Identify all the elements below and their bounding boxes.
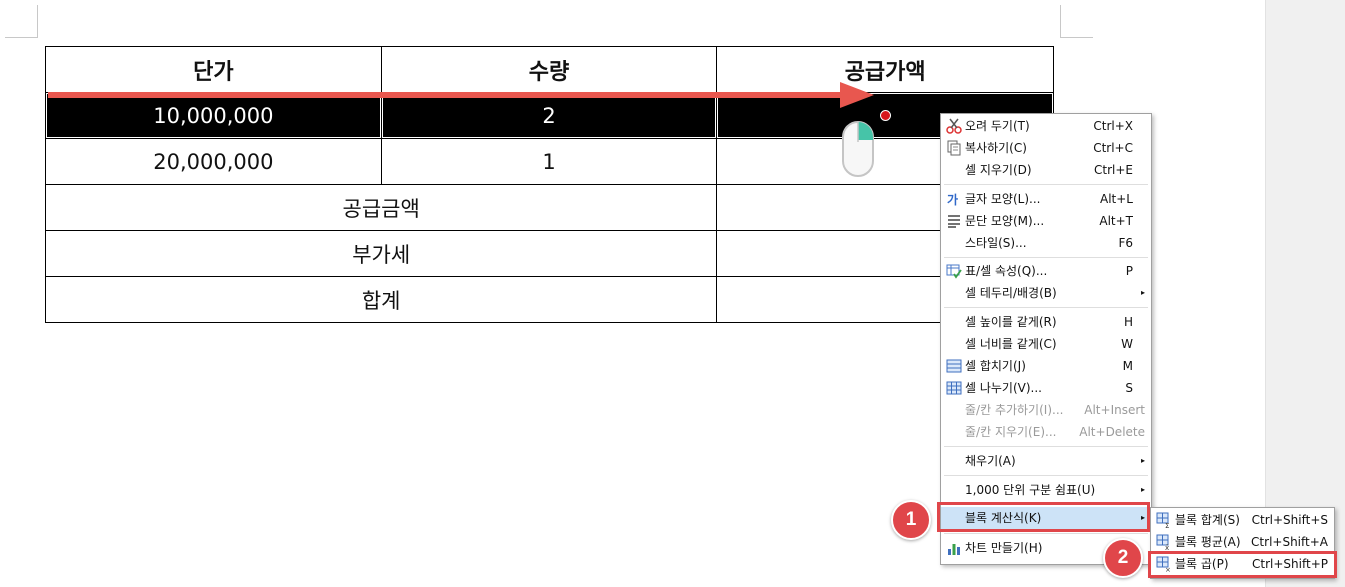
menu-item-label: 셀 나누기(V)... <box>965 381 1042 395</box>
block-sum-icon: Σ <box>1156 512 1169 528</box>
menu-item-shortcut: P <box>1125 264 1133 278</box>
menu-item-shortcut: F6 <box>1118 236 1133 250</box>
svg-text:가: 가 <box>947 192 958 207</box>
menu-item-label: 셀 합치기(J) <box>965 359 1026 373</box>
paragraph-icon <box>948 215 960 228</box>
menu-item-add-row-column[interactable]: 줄/칸 추가하기(I)... Alt+Insert <box>941 399 1151 421</box>
menu-item-shortcut: Alt+Delete <box>1079 425 1145 439</box>
context-menu: 오려 두기(T) Ctrl+X 복사하기(C) Ctrl+C 셀 지우기(D) … <box>940 113 1152 565</box>
menu-item-label: 채우기(A) <box>965 454 1016 468</box>
menu-item-label: 차트 만들기(H) <box>965 541 1043 555</box>
mouse-right-click-icon <box>842 121 874 177</box>
menu-item-shortcut: Ctrl+C <box>1093 141 1133 155</box>
submenu-item-block-sum[interactable]: Σ 블록 합계(S) Ctrl+Shift+S <box>1151 509 1334 531</box>
page-corner-mark-left <box>5 5 38 38</box>
menu-item-label: 줄/칸 추가하기(I)... <box>965 403 1064 417</box>
scissors-icon <box>946 118 962 134</box>
menu-item-shortcut: Alt+Insert <box>1084 403 1145 417</box>
menu-item-label: 셀 너비를 같게(C) <box>965 337 1057 351</box>
menu-item-shortcut: Alt+L <box>1100 192 1133 206</box>
menu-separator <box>944 257 1148 258</box>
menu-item-label: 글자 모양(L)... <box>965 192 1041 206</box>
menu-item-equal-width[interactable]: 셀 너비를 같게(C) W <box>941 333 1151 355</box>
menu-separator <box>944 533 1148 534</box>
menu-item-font-shape[interactable]: 가 글자 모양(L)... Alt+L <box>941 188 1151 210</box>
menu-item-cell-border-background[interactable]: 셀 테두리/배경(B) ▸ <box>941 282 1151 304</box>
cursor-dot-icon <box>880 110 891 121</box>
menu-separator <box>944 446 1148 447</box>
svg-text:x̄: x̄ <box>1165 544 1169 550</box>
menu-item-label: 스타일(S)... <box>965 236 1027 250</box>
menu-item-equal-height[interactable]: 셀 높이를 같게(R) H <box>941 311 1151 333</box>
menu-item-merge-cells[interactable]: 셀 합치기(J) M <box>941 355 1151 377</box>
menu-item-delete-row-column[interactable]: 줄/칸 지우기(E)... Alt+Delete <box>941 421 1151 443</box>
merge-cells-icon <box>946 359 962 373</box>
menu-item-style[interactable]: 스타일(S)... F6 <box>941 232 1151 254</box>
menu-item-label: 셀 지우기(D) <box>965 163 1032 177</box>
menu-item-shortcut: Ctrl+X <box>1093 119 1133 133</box>
page-corner-mark-right <box>1060 5 1093 38</box>
copy-icon <box>947 140 961 156</box>
menu-item-label: 오려 두기(T) <box>965 119 1030 133</box>
menu-item-copy[interactable]: 복사하기(C) Ctrl+C <box>941 137 1151 159</box>
chart-icon <box>948 544 960 555</box>
menu-item-table-cell-properties[interactable]: 표/셀 속성(Q)... P <box>941 260 1151 282</box>
menu-separator <box>944 307 1148 308</box>
menu-item-shortcut: Ctrl+E <box>1094 163 1133 177</box>
summary-label-vat[interactable]: 부가세 <box>44 230 718 277</box>
table-cell[interactable]: 20,000,000 <box>45 138 382 185</box>
font-shape-icon: 가 <box>947 192 958 207</box>
menu-item-shortcut: Alt+T <box>1099 214 1133 228</box>
step-badge-2: 2 <box>1103 538 1143 578</box>
right-margin-panel <box>1265 0 1345 587</box>
menu-item-split-cells[interactable]: 셀 나누기(V)... S <box>941 377 1151 399</box>
menu-separator <box>944 184 1148 185</box>
menu-item-label: 줄/칸 지우기(E)... <box>965 425 1057 439</box>
submenu-arrow-icon: ▸ <box>1140 485 1145 494</box>
menu-item-shortcut: H <box>1123 315 1133 329</box>
menu-item-cut[interactable]: 오려 두기(T) Ctrl+X <box>941 115 1151 137</box>
menu-item-label: 복사하기(C) <box>965 141 1027 155</box>
menu-item-paragraph-shape[interactable]: 문단 모양(M)... Alt+T <box>941 210 1151 232</box>
menu-item-label: 표/셀 속성(Q)... <box>965 264 1048 278</box>
table-cell[interactable]: 1 <box>380 138 718 185</box>
menu-item-shortcut: S <box>1125 381 1133 395</box>
menu-item-label: 블록 평균(A) <box>1175 535 1241 549</box>
menu-item-label: 문단 모양(M)... <box>965 214 1045 228</box>
menu-item-shortcut: Ctrl+Shift+S <box>1251 513 1328 527</box>
submenu-arrow-icon: ▸ <box>1140 456 1145 465</box>
menu-item-label: 1,000 단위 구분 쉼표(U) <box>965 483 1096 497</box>
svg-text:Σ: Σ <box>1165 522 1169 528</box>
summary-label-supply-total[interactable]: 공급금액 <box>44 184 718 231</box>
highlight-box-block-product <box>1148 551 1337 578</box>
menu-item-thousands-separator[interactable]: 1,000 단위 구분 쉼표(U) ▸ <box>941 479 1151 501</box>
highlight-box-block-formula <box>937 502 1150 532</box>
menu-item-shortcut: W <box>1121 337 1133 351</box>
step-badge-1: 1 <box>891 500 931 540</box>
menu-item-label: 셀 높이를 같게(R) <box>965 315 1057 329</box>
menu-item-fill[interactable]: 채우기(A) ▸ <box>941 450 1151 472</box>
submenu-item-block-average[interactable]: x̄ 블록 평균(A) Ctrl+Shift+A <box>1151 531 1334 553</box>
drag-arrow-icon <box>48 82 874 108</box>
split-cells-icon <box>946 381 962 395</box>
menu-item-shortcut: Ctrl+Shift+A <box>1251 535 1328 549</box>
menu-item-shortcut: M <box>1122 359 1133 373</box>
menu-separator <box>944 475 1148 476</box>
table-properties-icon <box>946 264 962 279</box>
block-average-icon: x̄ <box>1156 534 1169 550</box>
menu-item-label: 블록 합계(S) <box>1175 513 1240 527</box>
menu-item-clear-cell[interactable]: 셀 지우기(D) Ctrl+E <box>941 159 1151 181</box>
menu-item-label: 셀 테두리/배경(B) <box>965 286 1057 300</box>
summary-label-total[interactable]: 합계 <box>44 276 718 323</box>
submenu-arrow-icon: ▸ <box>1140 288 1145 297</box>
